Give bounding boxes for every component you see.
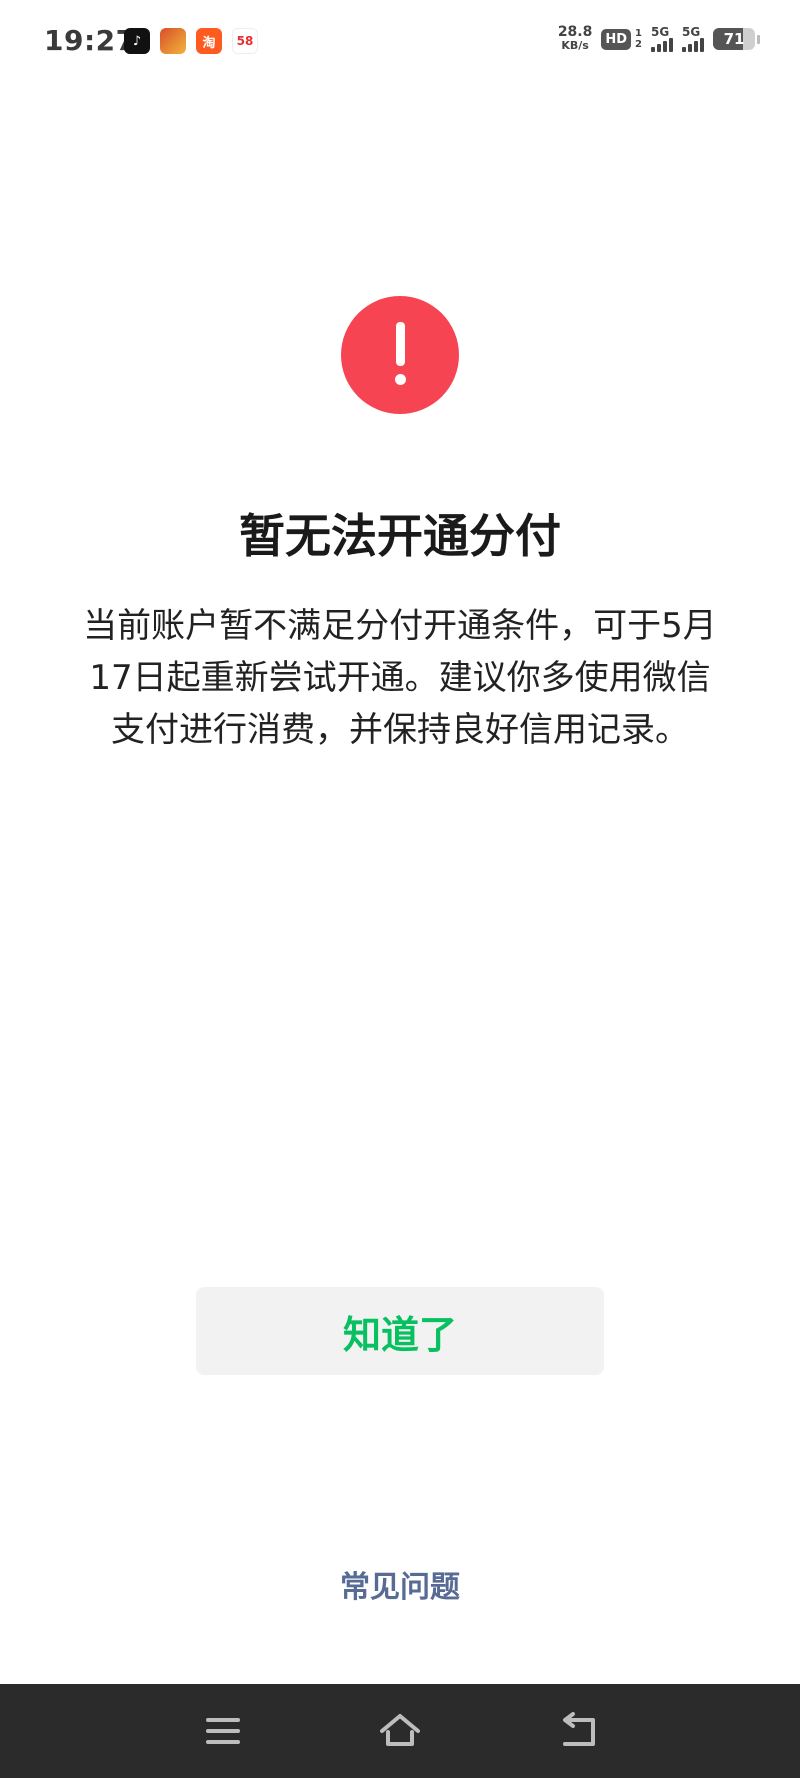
confirm-button[interactable]: 知道了 — [196, 1287, 604, 1375]
screen: 19:27 ♪ 淘 58 28.8 KB/s HD 1 2 5G 5G 71 暂… — [0, 0, 800, 1778]
signal-sim2-label: 5G — [682, 25, 701, 39]
signal-sim1-label: 5G — [651, 25, 670, 39]
home-icon[interactable] — [377, 1708, 423, 1754]
notification-icons: ♪ 淘 58 — [124, 28, 258, 54]
battery-level: 71 — [723, 30, 745, 48]
menu-icon[interactable] — [200, 1708, 246, 1754]
network-speed: 28.8 KB/s — [557, 24, 593, 52]
app-58-icon: 58 — [232, 28, 258, 54]
faq-link[interactable]: 常见问题 — [0, 1562, 800, 1606]
tiktok-icon: ♪ — [124, 28, 150, 54]
status-time: 19:27 — [44, 24, 136, 57]
game-icon — [160, 28, 186, 54]
page-title: 暂无法开通分付 — [239, 509, 561, 563]
sim-slot-indicator: 1 2 — [635, 28, 642, 50]
network-speed-value: 28.8 — [557, 24, 593, 40]
battery-nub — [757, 34, 760, 44]
status-bar: 19:27 ♪ 淘 58 28.8 KB/s HD 1 2 5G 5G 71 — [0, 0, 800, 86]
sim-slot-top: 1 — [635, 28, 642, 39]
sim-slot-bottom: 2 — [635, 39, 642, 50]
signal-sim2-icon: 5G — [682, 26, 704, 52]
back-icon[interactable] — [555, 1708, 601, 1754]
taobao-icon: 淘 — [196, 28, 222, 54]
status-indicators: 28.8 KB/s HD 1 2 5G 5G 71 — [557, 24, 760, 52]
battery-icon: 71 — [713, 28, 755, 50]
network-speed-unit: KB/s — [561, 39, 589, 52]
navigation-bar — [0, 1684, 800, 1778]
exclamation-circle-icon — [341, 296, 459, 414]
hd-voice-icon: HD — [601, 28, 632, 50]
signal-sim1-icon: 5G — [651, 26, 673, 52]
message-text: 当前账户暂不满足分付开通条件，可于5月17日起重新尝试开通。建议你多使用微信支付… — [83, 606, 717, 750]
